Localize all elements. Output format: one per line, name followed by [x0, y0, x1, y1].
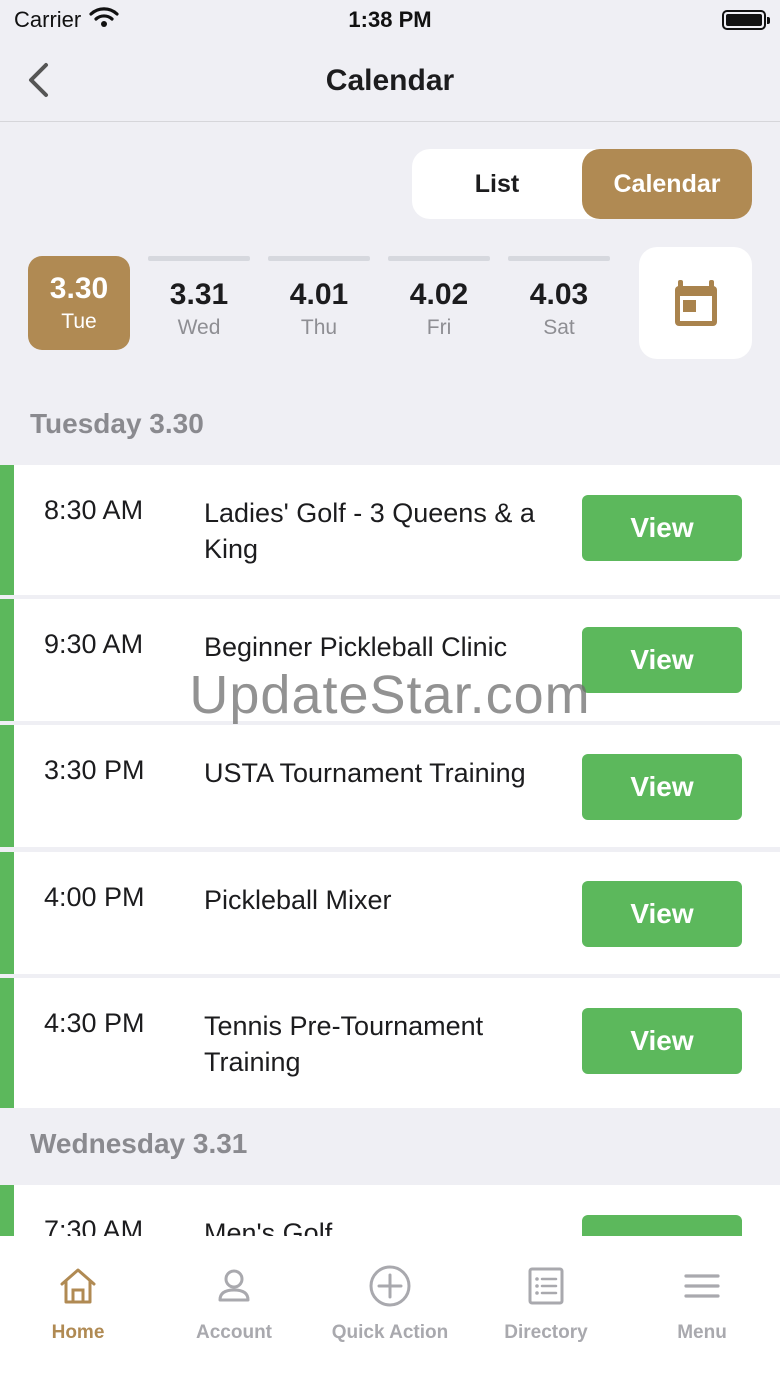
event-row[interactable]: 3:30 PM USTA Tournament Training View — [0, 725, 780, 847]
calendar-icon — [674, 280, 717, 326]
tab-menu[interactable]: Menu — [624, 1236, 780, 1387]
person-icon — [212, 1264, 256, 1308]
home-icon — [56, 1264, 100, 1308]
event-row[interactable]: 4:00 PM Pickleball Mixer View — [0, 852, 780, 974]
day-number: 4.01 — [289, 278, 349, 311]
day-indicator-bar — [508, 256, 610, 261]
event-time: 4:30 PM — [44, 1008, 145, 1038]
event-time: 3:30 PM — [44, 755, 145, 785]
view-button[interactable]: View — [582, 754, 742, 820]
day-name: Fri — [426, 316, 452, 339]
tab-label: Home — [51, 1322, 105, 1343]
day-selector-wed[interactable]: 3.31 Wed — [148, 256, 250, 350]
tab-calendar[interactable]: Calendar — [582, 149, 752, 219]
section-header-tuesday: Tuesday 3.30 — [30, 408, 204, 439]
tab-list[interactable]: List — [412, 149, 582, 219]
back-button[interactable] — [18, 58, 58, 102]
event-time: 4:00 PM — [44, 882, 145, 912]
carrier-label: Carrier — [14, 7, 82, 32]
battery-icon — [722, 10, 770, 30]
day-name: Tue — [61, 310, 97, 333]
event-title: Tennis Pre-Tournament Training — [204, 1011, 484, 1077]
event-time: 8:30 AM — [44, 495, 144, 525]
day-name: Sat — [543, 316, 575, 339]
day-indicator-bar — [148, 256, 250, 261]
tab-label: Account — [196, 1322, 272, 1343]
plus-circle-icon — [368, 1264, 412, 1308]
tab-directory[interactable]: Directory — [468, 1236, 624, 1387]
day-selector-thu[interactable]: 4.01 Thu — [268, 256, 370, 350]
event-row[interactable]: 8:30 AM Ladies' Golf - 3 Queens & a King… — [0, 465, 780, 595]
view-button[interactable]: View — [582, 495, 742, 561]
day-number: 4.02 — [409, 278, 469, 311]
tab-home[interactable]: Home — [0, 1236, 156, 1387]
day-selector-tue[interactable]: 3.30 Tue — [28, 256, 130, 350]
tab-account[interactable]: Account — [156, 1236, 312, 1387]
calendar-picker-button[interactable] — [639, 247, 752, 359]
day-number: 4.03 — [529, 278, 589, 311]
day-indicator-bar — [388, 256, 490, 261]
nav-bar: Calendar — [0, 40, 780, 122]
status-left: Carrier — [14, 6, 119, 34]
watermark: UpdateStar.com — [189, 665, 591, 725]
day-name: Wed — [177, 316, 221, 339]
day-name: Thu — [300, 316, 338, 339]
event-title: Beginner Pickleball Clinic — [204, 632, 508, 662]
tab-label: Directory — [504, 1322, 588, 1343]
day-selector-sat[interactable]: 4.03 Sat — [508, 256, 610, 350]
chevron-left-icon — [29, 63, 48, 97]
day-number: 3.30 — [49, 272, 109, 305]
view-mode-toggle: List Calendar — [412, 149, 752, 219]
view-button[interactable]: View — [582, 1008, 742, 1074]
day-number: 3.31 — [169, 278, 229, 311]
view-button[interactable]: View — [582, 881, 742, 947]
date-strip: 3.30 Tue 3.31 Wed 4.01 Thu 4.02 Fri 4.03… — [28, 247, 628, 359]
day-selector-fri[interactable]: 4.02 Fri — [388, 256, 490, 350]
hamburger-icon — [680, 1264, 724, 1308]
event-row[interactable]: 4:30 PM Tennis Pre-Tournament Training V… — [0, 978, 780, 1108]
day-indicator-bar — [268, 256, 370, 261]
tab-label: Quick Action — [331, 1322, 449, 1343]
event-time: 9:30 AM — [44, 629, 144, 659]
tab-bar: Home Account Quick Action Directory Menu — [0, 1236, 780, 1387]
page-title: Calendar — [325, 63, 455, 97]
tab-quick-action[interactable]: Quick Action — [312, 1236, 468, 1387]
tab-label: Menu — [677, 1322, 727, 1343]
event-title: Pickleball Mixer — [204, 885, 392, 915]
section-header-wednesday: Wednesday 3.31 — [30, 1128, 248, 1159]
event-title: USTA Tournament Training — [204, 758, 526, 788]
list-icon — [524, 1264, 568, 1308]
status-bar: Carrier 1:38 PM — [0, 0, 780, 40]
event-title: Ladies' Golf - 3 Queens & a King — [204, 498, 535, 564]
wifi-icon — [89, 6, 119, 34]
